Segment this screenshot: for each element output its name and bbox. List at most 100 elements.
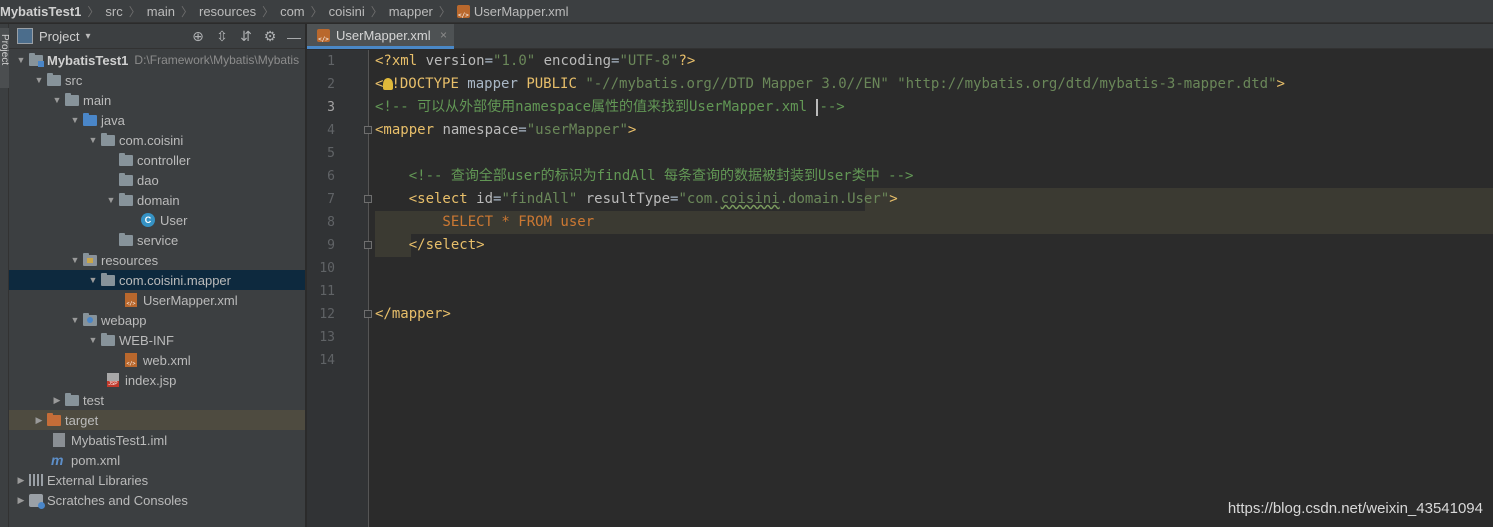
project-panel: Project ▾ ⊕ ⇳ ⇵ ⚙ — ▼ MybatisTest1 D:\Fr… [9, 24, 306, 527]
tree-item-user-class[interactable]: C User [9, 210, 305, 230]
tree-item-com-coisini-mapper[interactable]: ▼ com.coisini.mapper [9, 270, 305, 290]
attr-value-typo: coisini [720, 191, 780, 207]
line-number: 6 [327, 169, 335, 184]
attr-value: "userMapper" [526, 122, 628, 138]
fold-marker-icon[interactable] [364, 241, 372, 249]
tree-item-target[interactable]: ▶ target [9, 410, 305, 430]
chevron-right-icon: 〉 [438, 4, 451, 19]
locate-icon[interactable]: ⊕ [191, 28, 205, 45]
tree-item-external-libraries[interactable]: ▶ External Libraries [9, 470, 305, 490]
tool-window-strip: Project [0, 24, 9, 527]
close-icon[interactable]: × [440, 28, 447, 42]
tree-item-index-jsp[interactable]: index.jsp [9, 370, 305, 390]
jsp-file-icon [107, 373, 119, 387]
chevron-down-icon[interactable]: ▼ [69, 315, 81, 325]
attr-name: resultType [577, 191, 671, 207]
tag-open: <select [375, 191, 477, 207]
tree-item-web-xml[interactable]: web.xml [9, 350, 305, 370]
code-line-1: <?xml version="1.0" encoding="UTF-8"?> [375, 50, 695, 73]
source-folder-icon [83, 112, 97, 126]
chevron-down-icon[interactable]: ▼ [87, 135, 99, 145]
tree-item-resources[interactable]: ▼ resources [9, 250, 305, 270]
breadcrumb-item-main[interactable]: main [145, 4, 177, 19]
tree-item-web-inf[interactable]: ▼ WEB-INF [9, 330, 305, 350]
attr-value: "com. [678, 191, 721, 207]
tree-item-path: D:\Framework\Mybatis\Mybatis [134, 53, 300, 67]
chevron-right-icon[interactable]: ▶ [51, 395, 63, 406]
editor-gutter: 1 2 3 4 5 6 7 8 9 10 11 12 13 14 [307, 50, 372, 527]
chevron-right-icon[interactable]: ▶ [15, 475, 27, 486]
tree-item-label: WEB-INF [119, 332, 174, 348]
tree-item-label: web.xml [143, 352, 191, 368]
tree-item-project[interactable]: ▼ MybatisTest1 D:\Framework\Mybatis\Myba… [9, 50, 305, 70]
chevron-right-icon[interactable]: ▶ [15, 495, 27, 506]
collapse-all-icon[interactable]: ⇵ [239, 28, 253, 45]
tree-item-test[interactable]: ▶ test [9, 390, 305, 410]
line-number: 9 [327, 238, 335, 253]
breadcrumb-item-com[interactable]: com [278, 4, 307, 19]
tree-item-webapp[interactable]: ▼ webapp [9, 310, 305, 330]
tree-item-domain[interactable]: ▼ domain [9, 190, 305, 210]
attr-value: "findAll" [501, 191, 578, 207]
breadcrumb-item-src[interactable]: src [103, 4, 124, 19]
tree-item-java[interactable]: ▼ java [9, 110, 305, 130]
breadcrumb-item-mapper[interactable]: mapper [387, 4, 435, 19]
line-number: 3 [327, 100, 335, 115]
breadcrumb-item-coisini[interactable]: coisini [327, 4, 367, 19]
attr-value: "UTF-8" [619, 53, 679, 69]
breadcrumb-item-project[interactable]: MybatisTest1 [0, 4, 83, 19]
tree-item-service[interactable]: service [9, 230, 305, 250]
code-line-3: <!-- 可以从外部使用namespace属性的值来找到UserMapper.x… [375, 96, 845, 119]
tree-item-scratches[interactable]: ▶ Scratches and Consoles [9, 490, 305, 510]
fold-marker-icon[interactable] [364, 195, 372, 203]
tree-item-label: service [137, 232, 179, 248]
chevron-down-icon[interactable]: ▼ [15, 55, 27, 65]
tree-item-dao[interactable]: dao [9, 170, 305, 190]
project-panel-header: Project ▾ ⊕ ⇳ ⇵ ⚙ — [9, 24, 305, 49]
code-line-2: < !DOCTYPE mapper PUBLIC "-//mybatis.org/… [375, 73, 1285, 96]
module-folder-icon [29, 52, 44, 67]
expand-all-icon[interactable]: ⇳ [215, 28, 229, 45]
line-number: 12 [319, 307, 335, 322]
tag-open: <mapper [375, 122, 443, 138]
folder-icon [101, 332, 115, 346]
chevron-right-icon: 〉 [87, 4, 100, 19]
tree-item-com-coisini[interactable]: ▼ com.coisini [9, 130, 305, 150]
tree-item-src[interactable]: ▼ src [9, 70, 305, 90]
hide-panel-icon[interactable]: — [287, 29, 301, 45]
fold-marker-icon[interactable] [364, 126, 372, 134]
gear-icon[interactable]: ⚙ [263, 28, 277, 45]
breadcrumb-item-file[interactable]: UserMapper.xml [455, 4, 571, 19]
line-number: 5 [327, 146, 335, 161]
chevron-down-icon[interactable]: ▼ [87, 275, 99, 285]
chevron-right-icon[interactable]: ▶ [33, 415, 45, 426]
code-line-8: SELECT * FROM user [375, 211, 594, 234]
tree-item-iml[interactable]: MybatisTest1.iml [9, 430, 305, 450]
tag-close: > [627, 122, 637, 138]
chevron-down-icon[interactable]: ▼ [69, 255, 81, 265]
chevron-down-icon[interactable]: ▼ [105, 195, 117, 205]
tree-item-usermapper-xml[interactable]: UserMapper.xml [9, 290, 305, 310]
tree-item-controller[interactable]: controller [9, 150, 305, 170]
tag-close: </mapper> [375, 306, 451, 322]
tree-item-pom-xml[interactable]: m pom.xml [9, 450, 305, 470]
chevron-down-icon[interactable]: ▼ [33, 75, 45, 85]
chevron-down-icon[interactable]: ▼ [87, 335, 99, 345]
package-icon [119, 232, 133, 246]
doctype-close: > [1276, 76, 1285, 92]
equals: = [484, 53, 494, 69]
tree-item-label: src [65, 72, 83, 88]
tree-item-main[interactable]: ▼ main [9, 90, 305, 110]
chevron-down-icon[interactable]: ▼ [51, 95, 63, 105]
chevron-down-icon[interactable]: ▾ [85, 31, 90, 42]
code-editor[interactable]: 1 2 3 4 5 6 7 8 9 10 11 12 13 14 <?xml v… [307, 50, 1493, 527]
chevron-down-icon[interactable]: ▼ [69, 115, 81, 125]
sql-statement: SELECT * FROM user [375, 214, 595, 230]
tab-usermapper-xml[interactable]: UserMapper.xml × [307, 24, 454, 49]
project-view-selector[interactable]: Project [39, 29, 79, 44]
fold-marker-icon[interactable] [364, 310, 372, 318]
tree-item-label: External Libraries [47, 472, 149, 488]
breadcrumb-item-resources[interactable]: resources [197, 4, 258, 19]
code-line-4: <mapper namespace="userMapper"> [375, 119, 636, 142]
project-tool-tab[interactable]: Project [0, 28, 9, 88]
